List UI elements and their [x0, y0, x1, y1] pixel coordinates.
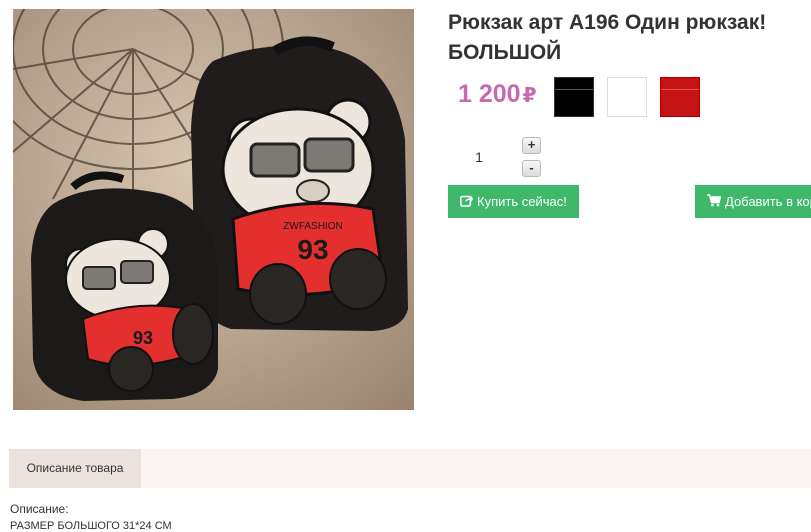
color-swatch-white[interactable] — [607, 77, 647, 117]
share-icon — [460, 186, 473, 218]
color-swatch-black[interactable] — [554, 77, 594, 117]
add-to-cart-button[interactable]: Добавить в кор — [695, 185, 811, 218]
product-image[interactable]: 93 ZWFASHION 93 — [13, 9, 414, 410]
product-price: 1 200 ₽ — [458, 80, 536, 110]
product-tabs: Описание товара — [9, 449, 811, 488]
svg-text:93: 93 — [297, 234, 328, 265]
quantity-increase-button[interactable]: + — [522, 137, 541, 154]
add-to-cart-label: Добавить в кор — [725, 194, 811, 209]
svg-text:93: 93 — [133, 328, 153, 348]
price-value: 1 200 — [458, 80, 521, 108]
buy-now-label: Купить сейчас! — [477, 194, 567, 209]
description-size-line: РАЗМЕР БОЛЬШОГО 31*24 СМ — [10, 520, 172, 532]
quantity-decrease-button[interactable]: - — [522, 160, 541, 177]
color-swatch-red[interactable] — [660, 77, 700, 117]
svg-text:ZWFASHION: ZWFASHION — [283, 221, 342, 232]
buy-now-button[interactable]: Купить сейчас! — [448, 185, 579, 218]
cart-icon — [707, 186, 722, 218]
currency-symbol: ₽ — [522, 85, 537, 107]
tab-description[interactable]: Описание товара — [9, 449, 141, 488]
description-label: Описание: — [10, 502, 69, 516]
quantity-input[interactable] — [466, 145, 492, 169]
product-title: Рюкзак арт А196 Один рюкзак! БОЛЬШОЙ — [448, 11, 767, 64]
